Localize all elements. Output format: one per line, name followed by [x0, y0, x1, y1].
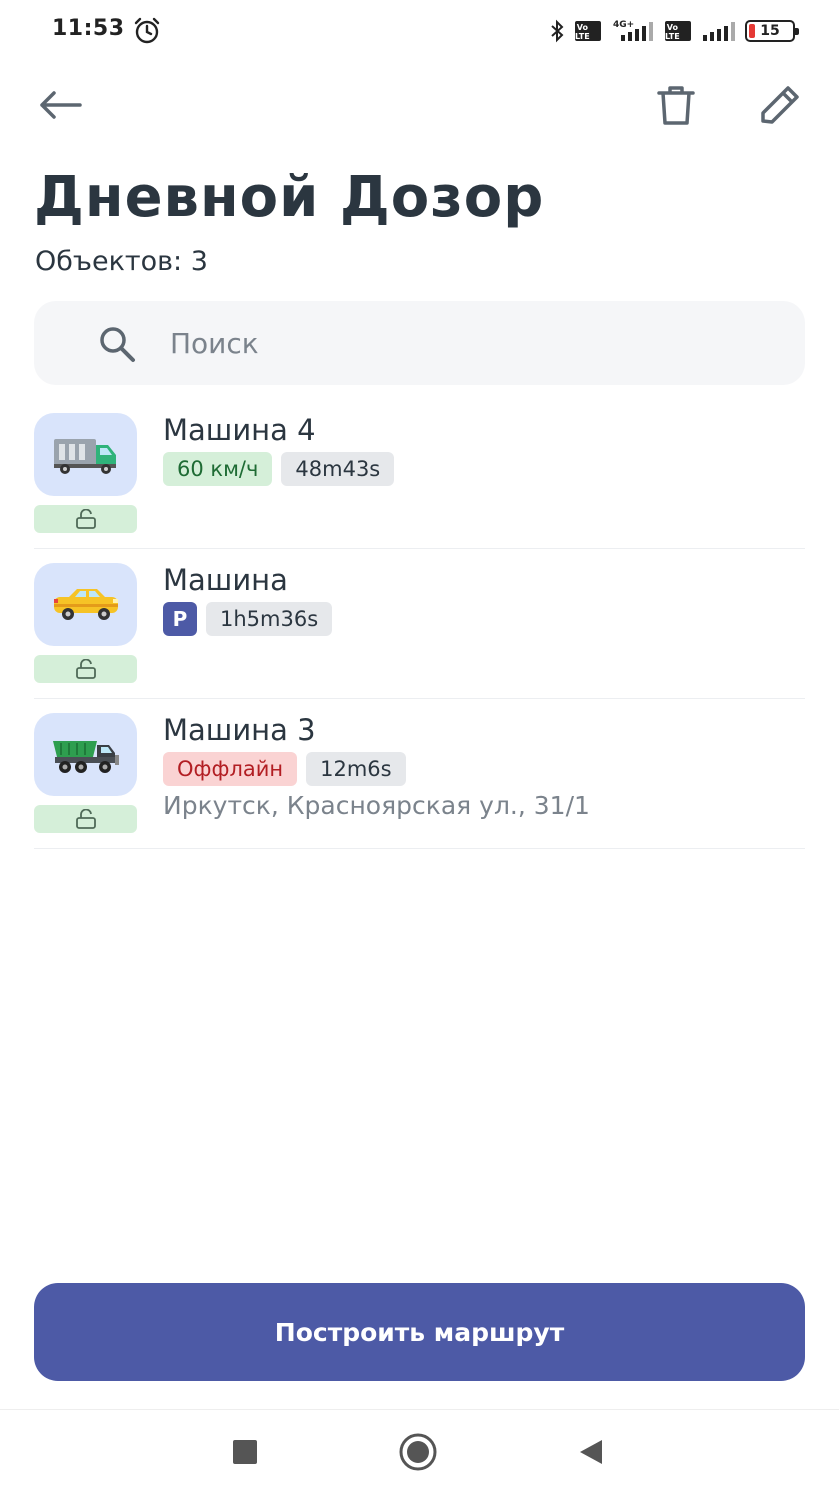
unlock-icon [75, 509, 96, 529]
vehicle-avatar [34, 563, 137, 646]
search-icon [96, 323, 138, 365]
vehicle-item[interactable]: Машина 3 Оффлайн 12m6s Иркутск, Краснояр… [34, 699, 805, 849]
volte-icon: Vo LTE [665, 21, 691, 41]
status-time: 11:53 [52, 16, 125, 41]
edit-button[interactable] [750, 77, 806, 133]
truck-icon [53, 438, 116, 474]
vehicle-name: Машина 3 [163, 713, 316, 747]
signal-icon [701, 19, 735, 43]
system-nav-bar [0, 1409, 839, 1492]
object-count: Объектов: 3 [35, 246, 208, 277]
system-back-button[interactable] [571, 1432, 611, 1472]
trash-icon [657, 86, 695, 125]
duration-chip: 12m6s [306, 752, 406, 786]
battery-icon: 15 [745, 20, 799, 42]
signal-icon: 4G+ [611, 19, 655, 43]
search-box[interactable] [34, 301, 805, 385]
recents-button[interactable] [225, 1432, 265, 1472]
battery-level: 15 [760, 23, 780, 39]
vehicle-name: Машина [163, 563, 288, 597]
vehicle-name: Машина 4 [163, 413, 316, 447]
duration-chip: 1h5m36s [206, 602, 333, 636]
search-input[interactable] [170, 321, 770, 365]
vehicle-avatar [34, 713, 137, 796]
duration-chip: 48m43s [281, 452, 395, 486]
status-bar: 11:53 Vo LTE 4G+ Vo LTE 15 [0, 0, 839, 62]
vehicle-item[interactable]: Машина 4 60 км/ч 48m43s [34, 399, 805, 549]
speed-chip: 60 км/ч [163, 452, 273, 486]
volte-icon: Vo LTE [575, 21, 601, 41]
bluetooth-icon [549, 19, 565, 43]
vehicle-address: Иркутск, Красноярская ул., 31/1 [163, 791, 590, 820]
back-button[interactable] [32, 77, 88, 133]
unlock-icon [75, 659, 96, 679]
build-route-button[interactable]: Построить маршрут [34, 1283, 805, 1381]
offline-chip: Оффлайн [163, 752, 298, 786]
lock-badge [34, 655, 137, 683]
alarm-icon [133, 17, 161, 45]
vehicle-chips: Оффлайн 12m6s [163, 752, 406, 786]
arrow-left-icon [40, 91, 82, 119]
pencil-icon [761, 86, 799, 124]
square-icon [233, 1440, 257, 1464]
home-circle-icon [399, 1433, 437, 1471]
vehicle-chips: 60 км/ч 48m43s [163, 452, 395, 486]
delete-button[interactable] [648, 77, 704, 133]
dump-truck-icon [52, 740, 119, 773]
taxi-car-icon [53, 588, 118, 620]
lock-badge [34, 805, 137, 833]
vehicle-avatar [34, 413, 137, 496]
vehicle-list: Машина 4 60 км/ч 48m43s Машина P 1h5m36s… [34, 399, 805, 849]
page-title: Дневной Дозор [34, 165, 545, 230]
app-bar [0, 70, 839, 140]
vehicle-item[interactable]: Машина P 1h5m36s [34, 549, 805, 699]
status-icons: Vo LTE 4G+ Vo LTE 15 [549, 16, 799, 46]
lock-badge [34, 505, 137, 533]
triangle-back-icon [580, 1440, 602, 1464]
vehicle-chips: P 1h5m36s [163, 602, 333, 636]
parking-chip: P [163, 602, 197, 636]
network-type-label: 4G+ [613, 20, 634, 30]
unlock-icon [75, 809, 96, 829]
home-button[interactable] [398, 1432, 438, 1472]
